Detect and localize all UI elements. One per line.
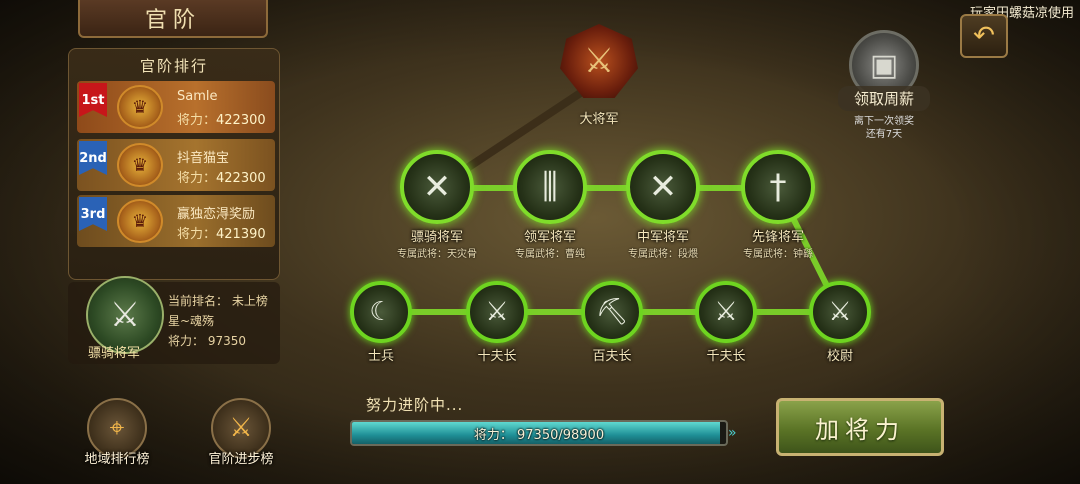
crossed-swords-icon: ✕ — [626, 150, 700, 224]
rank-node-general-4[interactable]: † 先锋将军 专属武将：钟繇 — [718, 150, 838, 260]
progress-title: 努力进阶中... — [366, 396, 464, 414]
rank-name: 千夫长 — [706, 349, 746, 364]
progress-text: 将力： 97350/98900 — [473, 427, 605, 443]
chevron-right-icon: » — [728, 425, 737, 441]
crossed-swords-icon: ✕ — [400, 150, 474, 224]
rank-node-squad-leader[interactable]: ⚔ 十夫长 — [437, 281, 557, 364]
rank-name: 十夫长 — [477, 349, 517, 364]
sickle-icon: ☾ — [350, 281, 412, 343]
rank-node-general-3[interactable]: ✕ 中军将军 专属武将：段煨 — [603, 150, 723, 260]
rank-name: 百夫长 — [592, 349, 632, 364]
dagger-icon: ⚔ — [466, 281, 528, 343]
rank-node-chiliarch[interactable]: ⚔ 千夫长 — [666, 281, 786, 364]
power-progress-bar: 将力： 97350/98900 — [350, 420, 728, 446]
rank-name: 骠骑将军 — [410, 230, 463, 245]
single-sword-icon: † — [741, 150, 815, 224]
rank-name: 士兵 — [367, 349, 394, 364]
rank-exclusive-general: 专属武将：段煨 — [628, 249, 698, 260]
broadsword-icon: ⚔ — [695, 281, 757, 343]
grand-general-label: 大将军 — [579, 112, 619, 127]
rank-name: 中军将军 — [636, 230, 689, 245]
glaive-icon: ⚔ — [809, 281, 871, 343]
rank-name: 先锋将军 — [751, 230, 804, 245]
rank-name: 领军将军 — [523, 230, 576, 245]
rank-exclusive-general: 专属武将：天灾骨 — [397, 249, 477, 260]
rank-exclusive-general: 专属武将：曹纯 — [515, 249, 585, 260]
rank-name: 校尉 — [826, 349, 853, 364]
rank-exclusive-general: 专属武将：钟繇 — [743, 249, 813, 260]
rank-node-soldier[interactable]: ☾ 士兵 — [321, 281, 441, 364]
rank-node-captain[interactable]: ⚔ 校尉 — [780, 281, 900, 364]
rank-node-general-1[interactable]: ✕ 骠骑将军 专属武将：天灾骨 — [377, 150, 497, 260]
pickaxe-icon: ⛏ — [581, 281, 643, 343]
rank-node-centurion[interactable]: ⛏ 百夫长 — [552, 281, 672, 364]
triple-swords-icon: ⫼ — [513, 150, 587, 224]
add-power-button[interactable]: 加将力 — [776, 398, 944, 456]
rank-node-general-2[interactable]: ⫼ 领军将军 专属武将：曹纯 — [490, 150, 610, 260]
